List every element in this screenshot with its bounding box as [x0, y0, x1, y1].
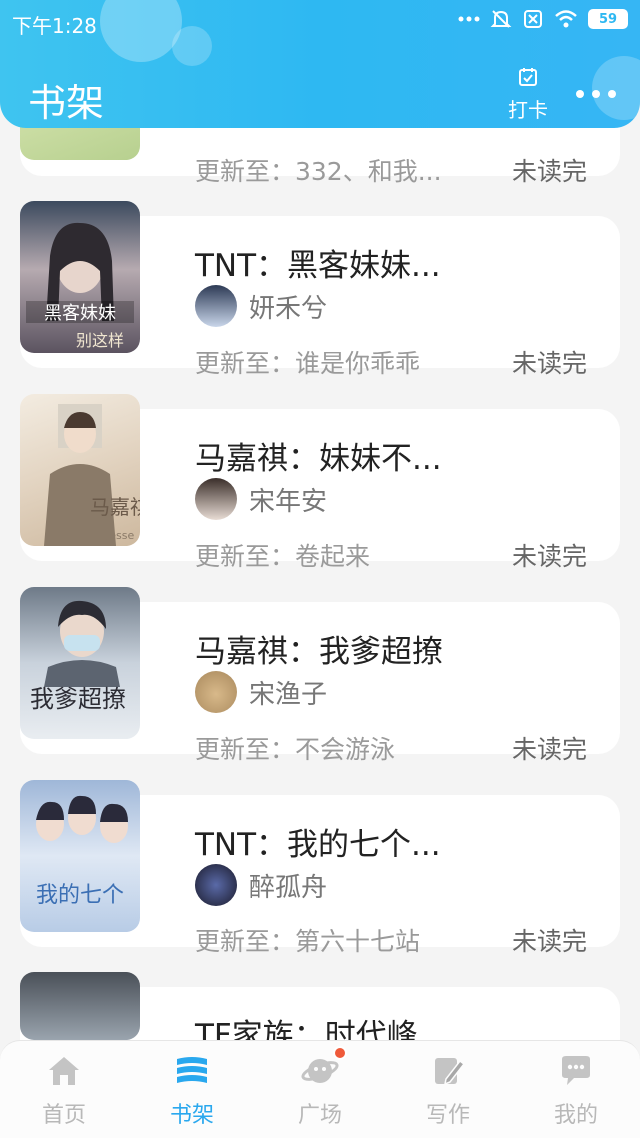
- mute-bell-icon: [490, 10, 512, 28]
- calendar-check-icon: [519, 68, 537, 86]
- book-update: 更新至：卷起来: [195, 542, 371, 571]
- more-menu-button[interactable]: [576, 82, 616, 106]
- author-row: 宋渔子: [195, 671, 327, 713]
- app-header: 下午1:28 59 书架 打卡: [0, 0, 640, 128]
- svg-text:我的七个: 我的七个: [36, 883, 124, 908]
- book-read-status: 未读完: [512, 735, 588, 764]
- svg-text:别这样: 别这样: [76, 331, 124, 350]
- book-update: 更新至：谁是你乖乖: [195, 349, 421, 378]
- nav-label: 广场: [297, 1103, 342, 1128]
- author-avatar: [195, 864, 237, 906]
- pen-icon: [435, 1058, 466, 1086]
- book-cover[interactable]: 我的七个: [20, 780, 140, 932]
- status-bar: 下午1:28 59: [0, 0, 640, 44]
- book-title: TNT：黑客妹妹...: [195, 248, 441, 284]
- book-read-status: 未读完: [512, 927, 588, 956]
- bottom-nav: 首页 书架 广场 写作 我的: [0, 1040, 640, 1138]
- nav-label: 首页: [41, 1103, 86, 1128]
- book-title: TNT：我的七个...: [195, 827, 441, 863]
- nav-home[interactable]: 首页: [0, 1041, 128, 1138]
- page-title: 书架: [28, 81, 105, 125]
- svg-text:我爹超撩: 我爹超撩: [30, 685, 126, 713]
- checkin-label: 打卡: [508, 98, 548, 122]
- author-name: 宋渔子: [249, 679, 328, 710]
- nav-me[interactable]: 我的: [512, 1041, 640, 1138]
- battery-icon: 59: [588, 9, 628, 29]
- book-cover[interactable]: 黑客妹妹 别这样: [20, 201, 140, 353]
- nav-label: 我的: [553, 1103, 598, 1128]
- svg-text:马嘉祺: 马嘉祺: [90, 495, 140, 519]
- nav-square[interactable]: 广场: [256, 1041, 384, 1138]
- author-name: 妍禾兮: [249, 293, 328, 324]
- svg-text:Jesse: Jesse: [105, 529, 134, 542]
- notification-badge: [333, 1046, 347, 1060]
- book-cover[interactable]: [20, 972, 140, 1040]
- book-update: 更新至：332、和我...: [195, 157, 442, 186]
- author-name: 醉孤舟: [249, 872, 328, 903]
- svg-text:黑客妹妹: 黑客妹妹: [44, 303, 116, 324]
- checkin-button[interactable]: 打卡: [504, 66, 552, 123]
- book-title: 马嘉祺：妹妹不...: [195, 441, 442, 477]
- nav-write[interactable]: 写作: [384, 1041, 512, 1138]
- home-icon: [49, 1057, 79, 1085]
- chat-bubble-icon: [562, 1056, 590, 1085]
- nav-bookshelf[interactable]: 书架: [128, 1041, 256, 1138]
- book-read-status: 未读完: [512, 542, 588, 571]
- bookshelf-icon: [177, 1057, 207, 1083]
- author-avatar: [195, 285, 237, 327]
- book-update: 更新至：不会游泳: [195, 735, 396, 764]
- nav-label: 书架: [169, 1103, 214, 1128]
- book-read-status: 未读完: [512, 349, 588, 378]
- author-row: 醉孤舟: [195, 864, 327, 906]
- planet-icon: [301, 1059, 339, 1083]
- author-name: 宋年安: [249, 486, 328, 517]
- author-avatar: [195, 671, 237, 713]
- nav-label: 写作: [425, 1103, 470, 1128]
- book-read-status: 未读完: [512, 157, 588, 186]
- book-cover[interactable]: 马嘉祺 Jesse: [20, 394, 140, 546]
- dot: [608, 90, 616, 98]
- sim-off-icon: [524, 10, 542, 28]
- author-avatar: [195, 478, 237, 520]
- author-row: 宋年安: [195, 478, 327, 520]
- book-cover[interactable]: 我爹超撩: [20, 587, 140, 739]
- status-time: 下午1:28: [12, 14, 97, 38]
- book-update: 更新至：第六十七站: [195, 927, 421, 956]
- dot: [592, 90, 600, 98]
- author-row: 妍禾兮: [195, 285, 327, 327]
- wifi-icon: [555, 10, 577, 28]
- book-title: 马嘉祺：我爹超撩: [195, 634, 443, 670]
- dots-icon: [458, 16, 480, 22]
- dot: [576, 90, 584, 98]
